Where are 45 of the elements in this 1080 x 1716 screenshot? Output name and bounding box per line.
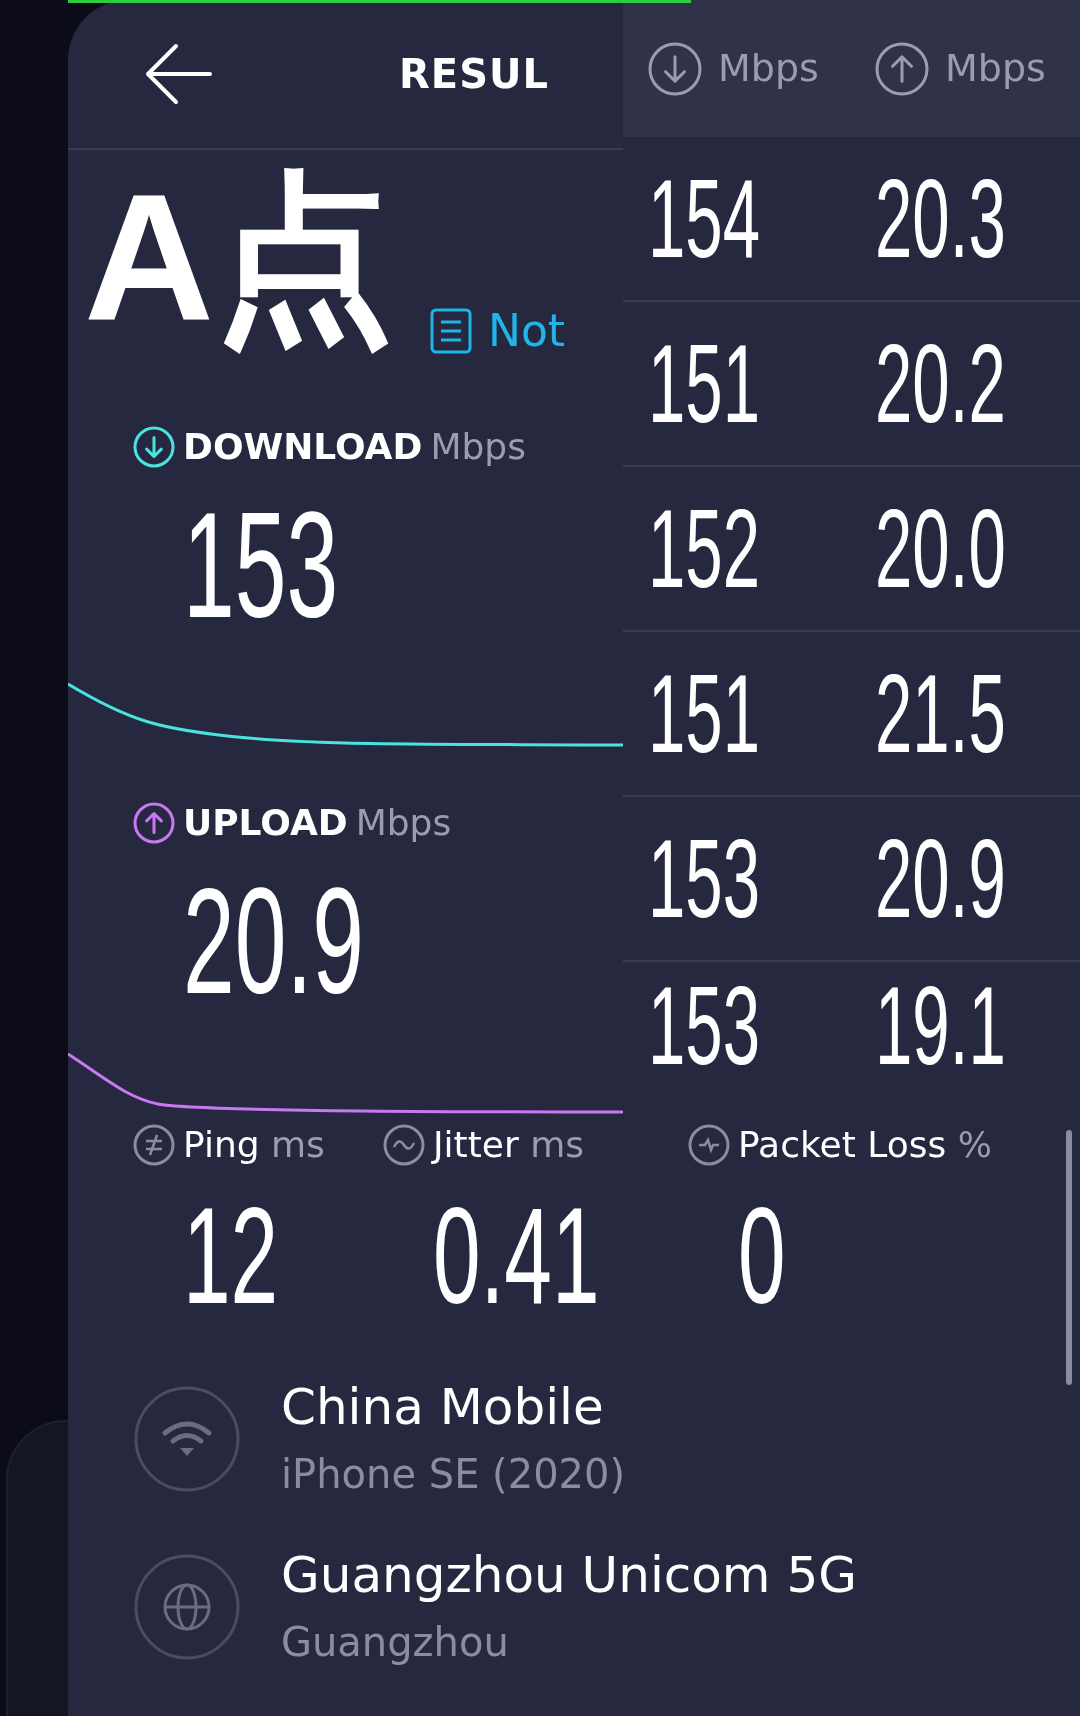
download-icon <box>648 41 702 96</box>
connection-detail: iPhone SE (2020) <box>281 1450 626 1499</box>
result-value: 20.9 <box>183 866 364 1016</box>
table-cell: 151 <box>648 327 761 440</box>
note-link[interactable]: Not <box>488 298 566 364</box>
connection-name: Guangzhou Unicom 5G <box>281 1545 858 1606</box>
download-icon <box>133 426 175 468</box>
location-label: A点 <box>84 156 394 360</box>
stat-label: Ping ms <box>183 1123 325 1167</box>
column-header[interactable]: Mbps <box>718 40 819 97</box>
stat-label: Packet Loss % <box>738 1123 992 1167</box>
table-cell: 21.5 <box>875 657 1006 770</box>
ping-icon <box>133 1124 175 1166</box>
unit-label: Mbps <box>355 801 452 845</box>
result-label: DOWNLOAD <box>183 425 423 469</box>
table-cell: 20.0 <box>875 492 1006 605</box>
wifi-icon <box>133 1385 241 1493</box>
stat-value: 12 <box>183 1186 279 1324</box>
note-icon <box>430 308 472 354</box>
pulse-icon <box>688 1124 730 1166</box>
table-cell: 20.9 <box>875 822 1006 935</box>
table-cell: 153 <box>648 822 761 935</box>
scrollbar[interactable] <box>1066 1130 1072 1385</box>
table-cell: 20.2 <box>875 327 1006 440</box>
table-cell: 152 <box>648 492 761 605</box>
column-header[interactable]: Mbps <box>945 40 1046 97</box>
result-label: UPLOAD <box>183 801 348 845</box>
unit-label: Mbps <box>430 425 526 469</box>
table-cell: 19.1 <box>875 970 1006 1082</box>
table-cell: 151 <box>648 657 761 770</box>
connection-name: China Mobile <box>281 1377 605 1438</box>
stat-value: 0 <box>738 1186 786 1324</box>
table-cell: 153 <box>648 970 761 1082</box>
stat-value: 0.41 <box>433 1186 600 1324</box>
upload-icon <box>875 41 929 96</box>
globe-icon <box>133 1553 241 1661</box>
connection-detail: Guangzhou <box>281 1618 510 1667</box>
wave-icon <box>383 1124 425 1166</box>
back-button[interactable] <box>144 43 214 105</box>
stat-label: Jitter ms <box>433 1123 585 1167</box>
result-value: 153 <box>183 490 339 640</box>
table-cell: 20.3 <box>875 162 1006 275</box>
upload-icon <box>133 802 175 844</box>
page-title: RESUL <box>399 50 549 99</box>
table-cell: 154 <box>648 162 761 275</box>
